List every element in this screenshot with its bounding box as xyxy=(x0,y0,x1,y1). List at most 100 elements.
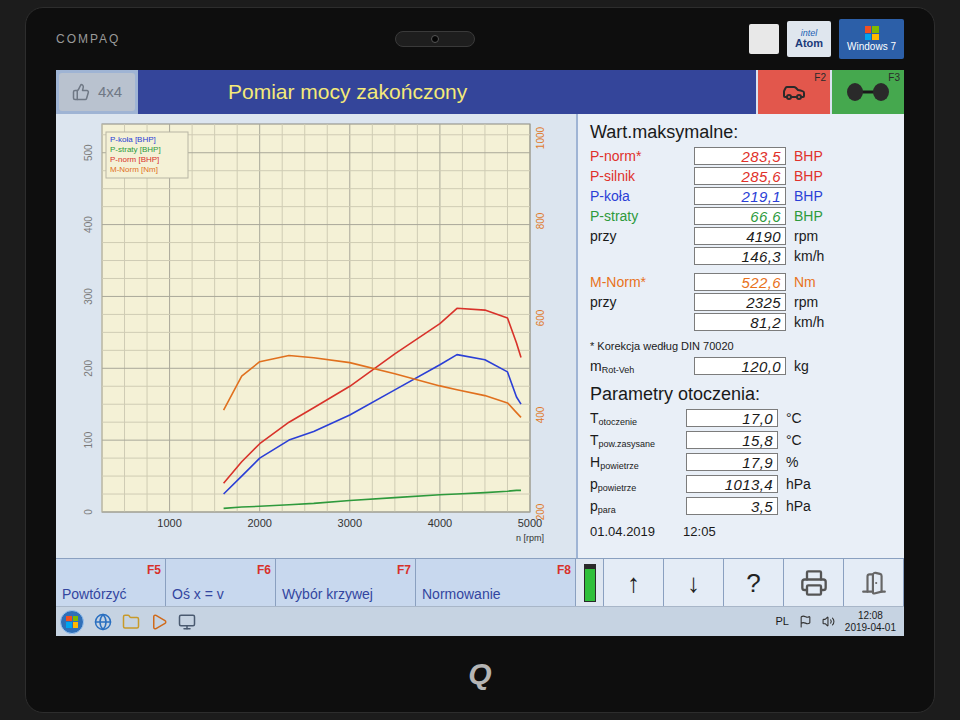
correction-note: * Korekcja według DIN 70020 xyxy=(590,338,892,354)
windows-flag-icon xyxy=(865,26,879,40)
main-area: 0100200300400500200400600800100010002000… xyxy=(56,114,904,558)
media-player-icon[interactable] xyxy=(150,613,168,631)
compaq-logo: Q xyxy=(468,659,491,689)
app-window-icon[interactable] xyxy=(178,613,196,631)
function-key-button[interactable]: PowtórzyćF5 xyxy=(56,559,166,606)
row-unit: kg xyxy=(794,356,809,377)
grid-line xyxy=(349,124,350,512)
x-axis-tick: 5000 xyxy=(518,517,542,529)
grid-line xyxy=(327,124,328,512)
grid-line xyxy=(102,296,530,297)
row-label: przy xyxy=(590,226,694,247)
x-axis-tick: 1000 xyxy=(157,517,181,529)
x-axis-tick: 4000 xyxy=(428,517,452,529)
nav-button[interactable] xyxy=(784,559,844,606)
function-key-button[interactable]: Oś x = vF6 xyxy=(166,559,276,606)
toolbar-button[interactable]: F3 xyxy=(830,70,904,114)
row-unit: rpm xyxy=(794,226,818,247)
row-label: P-silnik xyxy=(590,166,694,187)
row-unit: Nm xyxy=(794,272,816,293)
value-box: 1013,4 xyxy=(686,475,778,493)
battery-indicator xyxy=(576,559,604,606)
series-line xyxy=(224,355,521,494)
power-chart: 0100200300400500200400600800100010002000… xyxy=(56,114,576,546)
section-heading: Wart.maksymalne: xyxy=(590,120,892,144)
values-panel: Wart.maksymalne:P-norm*283,5BHPP-silnik2… xyxy=(576,114,904,558)
title-band: Pomiar mocy zakończony xyxy=(138,70,756,114)
language-indicator[interactable]: PL xyxy=(775,613,788,630)
row-label: M-Norm* xyxy=(590,272,694,293)
right-axis-tick: 1000 xyxy=(535,126,546,149)
function-bar: PowtórzyćF5Oś x = vF6Wybór krzywejF7Norm… xyxy=(56,558,904,606)
row-unit: BHP xyxy=(794,186,823,207)
value-group: P-norm*283,5BHPP-silnik285,6BHPP-koła219… xyxy=(590,146,892,266)
row-label: przy xyxy=(590,292,694,313)
row-unit: hPa xyxy=(786,474,811,495)
grid-line xyxy=(102,440,530,441)
grid-line xyxy=(147,124,148,512)
windows-flag-icon xyxy=(66,616,78,628)
legend-item: M-Norm [Nm] xyxy=(110,165,158,174)
nav-button[interactable]: ↓ xyxy=(664,559,724,606)
function-key-button[interactable]: Wybór krzywejF7 xyxy=(276,559,416,606)
row-unit: °C xyxy=(786,430,802,451)
brand-label: COMPAQ xyxy=(56,30,120,48)
row-label: Hpowietrze xyxy=(590,452,686,473)
row-label: P-koła xyxy=(590,186,694,207)
grid-line xyxy=(102,260,530,261)
max-value-row: przy4190rpm xyxy=(590,226,892,246)
grid-line xyxy=(372,124,373,512)
value-box: 146,3 xyxy=(694,247,786,265)
value-box: 283,5 xyxy=(694,147,786,165)
grid-line xyxy=(102,124,103,512)
left-axis-tick: 500 xyxy=(83,144,94,161)
grid-line xyxy=(259,124,260,512)
volume-icon[interactable] xyxy=(822,615,835,628)
grid-line xyxy=(124,124,125,512)
grid-line xyxy=(102,422,530,423)
browser-icon[interactable] xyxy=(94,613,112,631)
legend-item: P-koła [BHP] xyxy=(110,135,156,144)
nav-button[interactable] xyxy=(844,559,904,606)
left-axis-tick: 0 xyxy=(83,509,94,515)
grid-line xyxy=(102,242,530,243)
toolbar-key: F2 xyxy=(814,70,826,85)
max-value-row: P-straty66,6BHP xyxy=(590,206,892,226)
start-button[interactable] xyxy=(60,610,84,634)
row-label: ppowietrze xyxy=(590,474,686,495)
max-value-row: 146,3 km/h xyxy=(590,246,892,266)
nav-button[interactable]: ↑ xyxy=(604,559,664,606)
grid-line xyxy=(102,404,530,405)
function-key-label: F6 xyxy=(257,561,271,579)
function-key-button[interactable]: NormowanieF8 xyxy=(416,559,576,606)
value-group: M-Norm*522,6Nmprzy2325rpm81,2km/h xyxy=(590,272,892,332)
title-bar: 4x4Pomiar mocy zakończony F2 F3 xyxy=(56,70,904,114)
parameter-row: Tpow.zasysane15,8°C xyxy=(590,430,892,450)
row-label: Tpow.zasysane xyxy=(590,430,686,451)
nav-button[interactable]: ? xyxy=(724,559,784,606)
row-unit: BHP xyxy=(794,166,823,187)
row-unit: km/h xyxy=(794,246,824,267)
intel-sticker: intelAtom xyxy=(787,21,831,57)
legend-item: P-norm [BHP] xyxy=(110,155,159,164)
taskbar: PL 12:082019-04-01 xyxy=(56,606,904,636)
grid-line xyxy=(102,314,530,315)
grid-line xyxy=(102,188,530,189)
series-line xyxy=(224,490,521,508)
mode-badge[interactable]: 4x4 xyxy=(59,73,135,111)
car-icon xyxy=(782,80,806,104)
grid-line xyxy=(102,368,530,369)
toolbar-button[interactable]: F2 xyxy=(756,70,830,114)
grid-line xyxy=(192,124,193,512)
action-center-icon[interactable] xyxy=(799,615,812,628)
clock[interactable]: 12:082019-04-01 xyxy=(845,610,900,634)
max-value-row: P-koła219,1BHP xyxy=(590,186,892,206)
x-axis-tick: 2000 xyxy=(247,517,271,529)
left-axis-tick: 400 xyxy=(83,216,94,233)
row-unit: BHP xyxy=(794,146,823,167)
grid-line xyxy=(394,124,395,512)
folder-icon[interactable] xyxy=(122,613,140,631)
left-axis-tick: 300 xyxy=(83,288,94,305)
grid-line xyxy=(417,124,418,512)
grid-line xyxy=(214,124,215,512)
